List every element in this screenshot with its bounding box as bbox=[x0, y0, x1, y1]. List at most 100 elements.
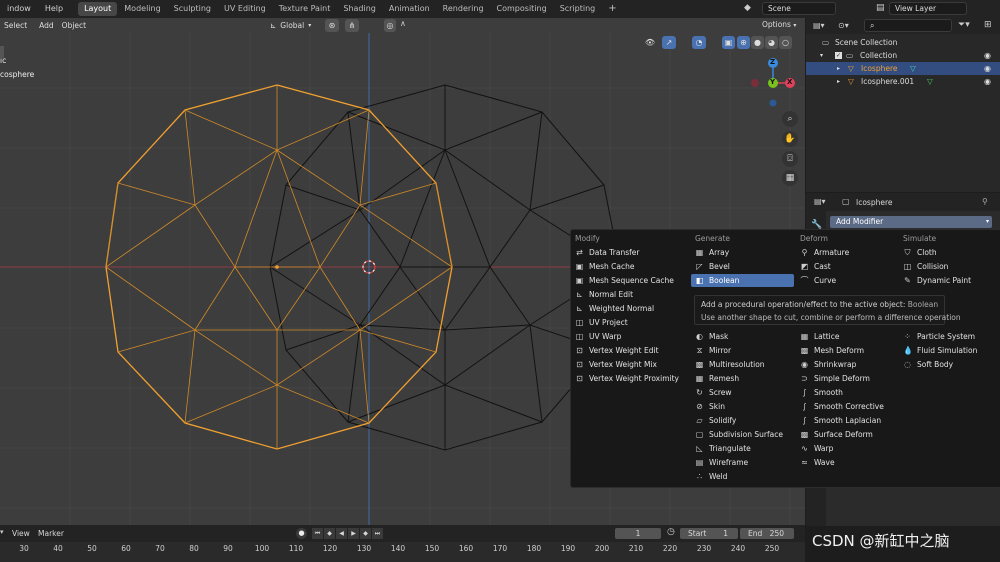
menu-object[interactable]: Object bbox=[58, 21, 90, 30]
timeline-editor-icon[interactable]: ▾ bbox=[0, 528, 4, 536]
menu-item-data-transfer[interactable]: ⇄ Data Transfer bbox=[575, 246, 639, 259]
menu-item-particle-system[interactable]: ⁘ Particle System bbox=[903, 330, 975, 343]
view-layer-icon[interactable]: ▤ bbox=[876, 3, 885, 13]
expand-chevron-icon[interactable]: ▸ bbox=[837, 75, 840, 88]
pan-hand-icon[interactable]: ✋ bbox=[782, 131, 798, 147]
menu-item-smooth-corrective[interactable]: ∫ Smooth Corrective bbox=[800, 400, 883, 413]
falloff-curve-icon[interactable]: ∧ bbox=[400, 19, 406, 28]
scene-field[interactable]: Scene bbox=[762, 2, 836, 15]
menu-item-boolean[interactable]: ◧ Boolean bbox=[691, 274, 794, 287]
tab-modeling[interactable]: Modeling bbox=[118, 2, 166, 16]
gizmo-toggle-icon[interactable]: ↗ bbox=[662, 36, 676, 49]
menu-item-vertex-weight-proximity[interactable]: ⊡ Vertex Weight Proximity bbox=[575, 372, 679, 385]
menu-item-weighted-normal[interactable]: ⊾ Weighted Normal bbox=[575, 302, 654, 315]
filter-icon[interactable]: ⏷▾ bbox=[958, 20, 970, 30]
tab-texture-paint[interactable]: Texture Paint bbox=[273, 2, 337, 16]
outliner-row-icosphere[interactable]: ▸ ▽ Icosphere ▽ ◉ bbox=[806, 62, 1000, 75]
shading-solid-icon[interactable]: ● bbox=[751, 36, 764, 49]
menu-item-shrinkwrap[interactable]: ◉ Shrinkwrap bbox=[800, 358, 856, 371]
menu-item-fluid-simulation[interactable]: 💧 Fluid Simulation bbox=[903, 344, 977, 357]
expand-chevron-icon[interactable]: ▸ bbox=[837, 62, 840, 75]
menu-item-cast[interactable]: ◩ Cast bbox=[800, 260, 831, 273]
menu-item-uv-warp[interactable]: ◫ UV Warp bbox=[575, 330, 622, 343]
jump-end-icon[interactable]: ⏭ bbox=[372, 528, 383, 539]
menu-item-subdivision-surface[interactable]: ▢ Subdivision Surface bbox=[695, 428, 783, 441]
add-modifier-button[interactable]: Add Modifier ▾ bbox=[830, 216, 992, 228]
zoom-icon[interactable]: ⌕ bbox=[782, 111, 798, 127]
tab-shading[interactable]: Shading bbox=[337, 2, 382, 16]
current-frame-field[interactable]: 1 bbox=[615, 528, 661, 539]
outliner-search-input[interactable]: ⌕ bbox=[864, 19, 952, 32]
camera-icon[interactable]: ⌼ bbox=[782, 151, 798, 167]
menu-item-smooth-laplacian[interactable]: ∫ Smooth Laplacian bbox=[800, 414, 881, 427]
record-button[interactable]: ● bbox=[296, 528, 307, 539]
prev-keyframe-icon[interactable]: ◆ bbox=[324, 528, 335, 539]
menu-item-triangulate[interactable]: ◺ Triangulate bbox=[695, 442, 750, 455]
eye-icon[interactable]: ◉ bbox=[984, 75, 991, 88]
scene-icon[interactable]: ◆ bbox=[744, 3, 751, 13]
visibility-icon[interactable]: 👁 bbox=[641, 36, 659, 49]
menu-item-uv-project[interactable]: ◫ UV Project bbox=[575, 316, 628, 329]
shading-wireframe-icon[interactable]: ⊕ bbox=[737, 36, 750, 49]
menu-help[interactable]: Help bbox=[38, 0, 70, 18]
menu-item-weld[interactable]: ∴ Weld bbox=[695, 470, 727, 483]
new-collection-icon[interactable]: ⊞ bbox=[984, 20, 992, 30]
menu-item-skin[interactable]: ⊘ Skin bbox=[695, 400, 725, 413]
menu-item-dynamic-paint[interactable]: ✎ Dynamic Paint bbox=[903, 274, 971, 287]
tab-rendering[interactable]: Rendering bbox=[437, 2, 490, 16]
play-reverse-icon[interactable]: ◀ bbox=[336, 528, 347, 539]
menu-item-armature[interactable]: ⚲ Armature bbox=[800, 246, 850, 259]
editor-type-icon[interactable]: ▤▾ bbox=[813, 21, 825, 30]
outliner-row-icosphere-001[interactable]: ▸ ▽ Icosphere.001 ▽ ◉ bbox=[806, 75, 1000, 88]
next-keyframe-icon[interactable]: ◆ bbox=[360, 528, 371, 539]
menu-item-mesh-sequence-cache[interactable]: ▣ Mesh Sequence Cache bbox=[575, 274, 674, 287]
menu-item-lattice[interactable]: ▦ Lattice bbox=[800, 330, 840, 343]
timeline-menu-marker[interactable]: Marker bbox=[38, 529, 64, 538]
menu-item-cloth[interactable]: ⛉ Cloth bbox=[903, 246, 937, 259]
menu-item-smooth[interactable]: ∫ Smooth bbox=[800, 386, 843, 399]
menu-item-vertex-weight-edit[interactable]: ⊡ Vertex Weight Edit bbox=[575, 344, 658, 357]
view-layer-field[interactable]: View Layer bbox=[889, 2, 967, 15]
display-mode-icon[interactable]: ⊙▾ bbox=[838, 21, 849, 30]
clock-icon[interactable]: ◷ bbox=[667, 527, 675, 537]
tab-layout[interactable]: Layout bbox=[78, 2, 118, 16]
xray-icon[interactable]: ▣ bbox=[722, 36, 735, 49]
menu-item-vertex-weight-mix[interactable]: ⊡ Vertex Weight Mix bbox=[575, 358, 657, 371]
shading-rendered-icon[interactable]: ○ bbox=[779, 36, 792, 49]
end-frame-field[interactable]: End 250 bbox=[740, 528, 794, 539]
menu-item-warp[interactable]: ∿ Warp bbox=[800, 442, 833, 455]
outliner-row-scene-collection[interactable]: ▭ Scene Collection bbox=[806, 36, 1000, 49]
menu-item-mirror[interactable]: ⧖ Mirror bbox=[695, 344, 731, 357]
menu-item-collision[interactable]: ◫ Collision bbox=[903, 260, 949, 273]
grid-perspective-icon[interactable]: ▦ bbox=[782, 170, 798, 186]
menu-item-bevel[interactable]: ◸ Bevel bbox=[695, 260, 729, 273]
menu-item-remesh[interactable]: ▦ Remesh bbox=[695, 372, 739, 385]
shading-material-icon[interactable]: ◕ bbox=[765, 36, 778, 49]
menu-item-normal-edit[interactable]: ⊾ Normal Edit bbox=[575, 288, 633, 301]
options-dropdown[interactable]: Options ▾ bbox=[762, 20, 796, 29]
proportional-edit-icon[interactable]: ◎ bbox=[384, 19, 396, 32]
outliner-row-collection[interactable]: ▾ ✓ ▭ Collection ◉ bbox=[806, 49, 1000, 62]
tab-animation[interactable]: Animation bbox=[383, 2, 436, 16]
play-icon[interactable]: ▶ bbox=[348, 528, 359, 539]
timeline-menu-view[interactable]: View bbox=[12, 529, 30, 538]
pin-icon[interactable]: ⚲ bbox=[982, 197, 988, 206]
menu-item-wireframe[interactable]: ▤ Wireframe bbox=[695, 456, 748, 469]
tab-compositing[interactable]: Compositing bbox=[491, 2, 553, 16]
tab-sculpting[interactable]: Sculpting bbox=[168, 2, 217, 16]
expand-chevron-icon[interactable]: ▾ bbox=[820, 49, 823, 62]
menu-item-soft-body[interactable]: ◌ Soft Body bbox=[903, 358, 953, 371]
eye-icon[interactable]: ◉ bbox=[984, 49, 991, 62]
tab-scripting[interactable]: Scripting bbox=[554, 2, 602, 16]
menu-item-mesh-deform[interactable]: ▩ Mesh Deform bbox=[800, 344, 864, 357]
menu-item-screw[interactable]: ↻ Screw bbox=[695, 386, 731, 399]
transform-orientation-dropdown[interactable]: ⊾ Global ▾ bbox=[270, 19, 311, 32]
menu-select[interactable]: Select bbox=[0, 21, 31, 30]
jump-start-icon[interactable]: ⏮ bbox=[312, 528, 323, 539]
menu-item-array[interactable]: ▦ Array bbox=[695, 246, 729, 259]
pivot-icon[interactable]: ⊛ bbox=[325, 19, 339, 32]
checkbox-icon[interactable]: ✓ bbox=[835, 52, 842, 59]
menu-item-surface-deform[interactable]: ▩ Surface Deform bbox=[800, 428, 873, 441]
menu-window[interactable]: indow bbox=[0, 0, 38, 18]
menu-item-simple-deform[interactable]: ⊃ Simple Deform bbox=[800, 372, 870, 385]
